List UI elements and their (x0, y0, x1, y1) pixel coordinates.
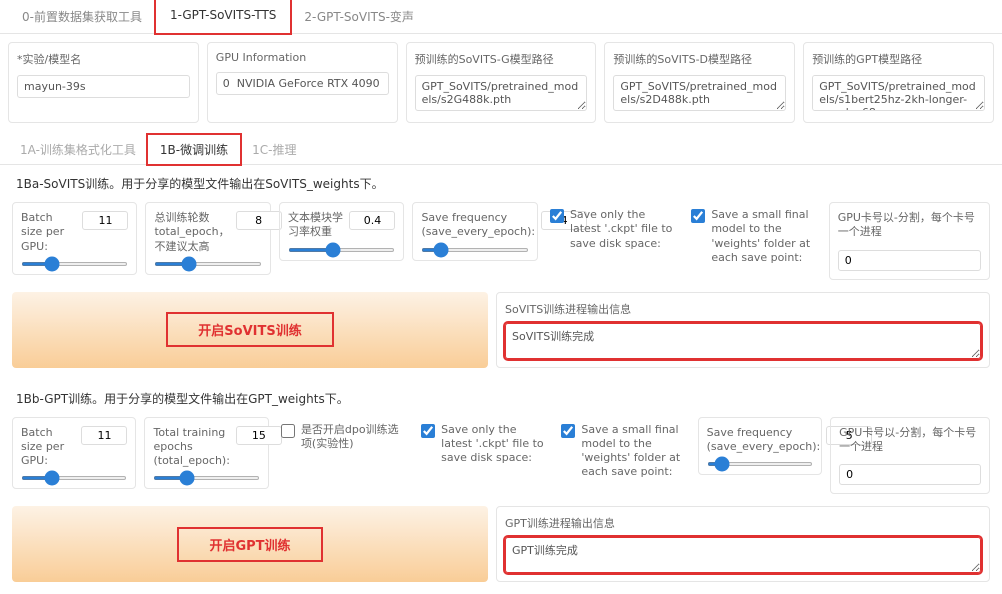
tab-voicechange[interactable]: 2-GPT-SoVITS-变声 (290, 0, 427, 33)
gpt-latest-label: Save only the latest '.ckpt' file to sav… (441, 423, 545, 466)
gpt-small-checkbox[interactable] (561, 424, 575, 438)
sovits-train-button[interactable]: 开启SoVITS训练 (166, 312, 333, 347)
sovits-g-input[interactable] (415, 75, 588, 111)
gpt-latest-checkbox[interactable] (421, 424, 435, 438)
sovits-small-label: Save a small final model to the 'weights… (711, 208, 816, 265)
sovits-save-label: Save frequency (save_every_epoch): (421, 211, 535, 240)
gpt-dpo-label: 是否开启dpo训练选项(实验性) (301, 423, 405, 452)
gpu-info-input[interactable] (216, 72, 389, 95)
subtab-format[interactable]: 1A-训练集格式化工具 (8, 135, 148, 164)
gpt-path-input[interactable] (812, 75, 985, 111)
gpt-save-label: Save frequency (save_every_epoch): (707, 426, 821, 455)
gpt-epoch-slider[interactable] (153, 476, 259, 480)
gpt-train-wrap: 开启GPT训练 (12, 506, 488, 582)
sovits-section-title: 1Ba-SoVITS训练。用于分享的模型文件输出在SoVITS_weights下… (0, 165, 1002, 202)
gpt-save-slider[interactable] (707, 462, 813, 466)
sovits-epoch-input[interactable] (236, 211, 282, 230)
sovits-gpu-label: GPU卡号以-分割，每个卡号一个进程 (838, 211, 981, 240)
sovits-save-slider[interactable] (421, 248, 528, 252)
sovits-latest-label: Save only the latest '.ckpt' file to sav… (570, 208, 675, 251)
gpt-gpu-input[interactable] (839, 464, 981, 485)
gpt-path-label: 预训练的GPT模型路径 (812, 51, 985, 67)
gpt-out-area[interactable] (505, 537, 981, 573)
sovits-epoch-label: 总训练轮数total_epoch，不建议太高 (154, 211, 229, 254)
sovits-d-input[interactable] (613, 75, 786, 111)
subtab-infer[interactable]: 1C-推理 (240, 135, 308, 164)
gpt-train-button[interactable]: 开启GPT训练 (177, 527, 322, 562)
sovits-out-area[interactable] (505, 323, 981, 359)
sovits-g-label: 预训练的SoVITS-G模型路径 (415, 51, 588, 67)
sovits-latest-checkbox[interactable] (550, 209, 564, 223)
gpt-batch-input[interactable] (81, 426, 127, 445)
exp-name-input[interactable] (17, 75, 190, 98)
exp-name-label: *实验/模型名 (17, 51, 190, 67)
gpt-dpo-checkbox[interactable] (281, 424, 295, 438)
gpt-batch-label: Batch size per GPU: (21, 426, 75, 469)
gpt-small-label: Save a small final model to the 'weights… (581, 423, 685, 480)
sovits-text-input[interactable] (349, 211, 395, 230)
gpt-batch-slider[interactable] (21, 476, 127, 480)
subtab-finetune[interactable]: 1B-微调训练 (148, 135, 240, 164)
gpu-info-label: GPU Information (216, 51, 389, 64)
sovits-batch-label: Batch size per GPU: (21, 211, 76, 254)
gpt-section-title: 1Bb-GPT训练。用于分享的模型文件输出在GPT_weights下。 (0, 380, 1002, 417)
sovits-out-label: SoVITS训练进程输出信息 (505, 301, 981, 317)
gpt-epoch-label: Total training epochs (total_epoch): (153, 426, 229, 469)
sovits-small-checkbox[interactable] (691, 209, 705, 223)
sub-tabs: 1A-训练集格式化工具 1B-微调训练 1C-推理 (0, 135, 1002, 165)
sovits-train-wrap: 开启SoVITS训练 (12, 292, 488, 368)
sovits-batch-input[interactable] (82, 211, 128, 230)
tab-tts[interactable]: 1-GPT-SoVITS-TTS (156, 0, 290, 33)
sovits-text-label: 文本模块学习率权重 (288, 211, 343, 240)
gpt-out-label: GPT训练进程输出信息 (505, 515, 981, 531)
sovits-text-slider[interactable] (288, 248, 395, 252)
main-tabs: 0-前置数据集获取工具 1-GPT-SoVITS-TTS 2-GPT-SoVIT… (0, 0, 1002, 34)
tab-preproc[interactable]: 0-前置数据集获取工具 (8, 0, 156, 33)
top-fields: *实验/模型名 GPU Information 预训练的SoVITS-G模型路径… (0, 34, 1002, 131)
gpt-epoch-input[interactable] (236, 426, 282, 445)
sovits-gpu-input[interactable] (838, 250, 981, 271)
sovits-batch-slider[interactable] (21, 262, 128, 266)
sovits-d-label: 预训练的SoVITS-D模型路径 (613, 51, 786, 67)
gpt-gpu-label: GPU卡号以-分割，每个卡号一个进程 (839, 426, 981, 455)
sovits-epoch-slider[interactable] (154, 262, 261, 266)
